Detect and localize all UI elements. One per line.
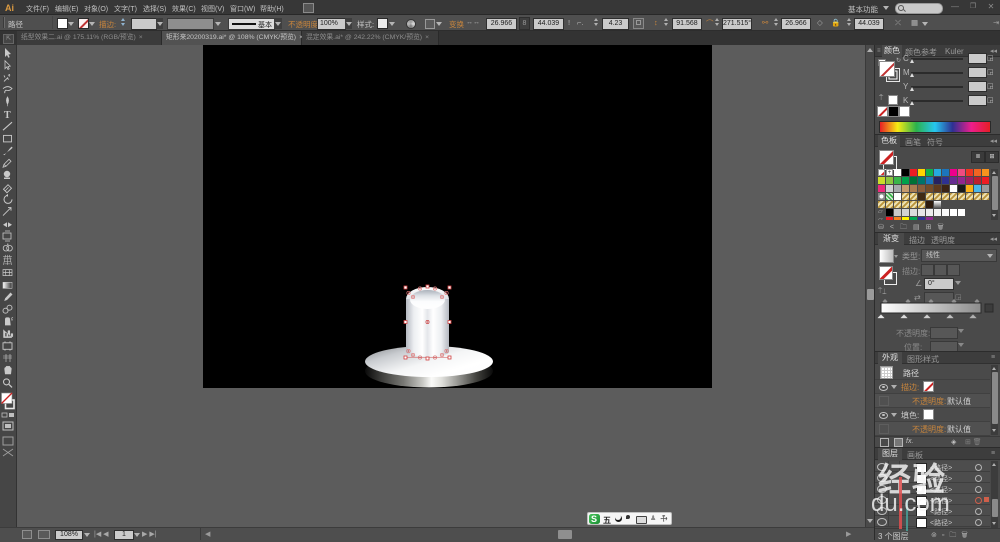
svg-text:T: T: [4, 110, 11, 121]
